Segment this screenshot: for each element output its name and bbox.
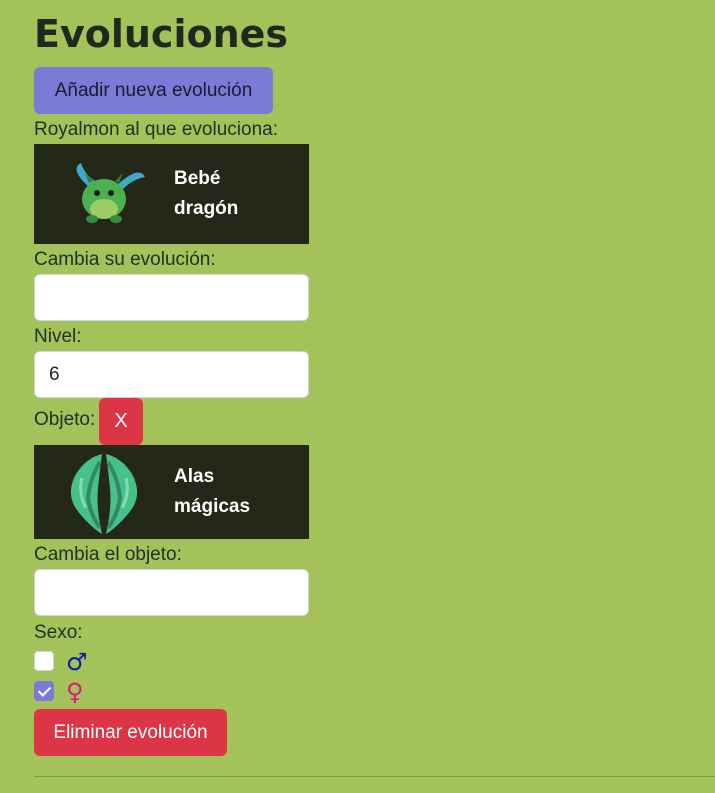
baby-dragon-image [34,144,174,244]
change-evolution-label: Cambia su evolución: [34,249,216,270]
object-card[interactable]: Alas mágicas [34,445,309,539]
male-icon: ♂ [66,648,88,676]
object-name: Alas mágicas [174,466,251,517]
change-object-label: Cambia el objeto: [34,544,182,565]
divider [34,776,715,777]
change-evolution-input[interactable] [34,274,309,321]
remove-object-button[interactable]: X [99,398,143,445]
target-royalmon-label: Royalmon al que evoluciona: [34,119,278,140]
level-label: Nivel: [34,326,82,347]
delete-evolution-button[interactable]: Eliminar evolución [34,709,227,756]
target-royalmon-card[interactable]: Bebé dragón [34,144,309,244]
change-object-input[interactable] [34,569,309,616]
target-royalmon-name: Bebé dragón [174,168,239,219]
object-label: Objeto: [34,409,96,430]
page-title: Evoluciones [34,12,289,56]
sex-male-checkbox[interactable] [34,651,54,671]
add-evolution-button[interactable]: Añadir nueva evolución [34,67,273,114]
female-icon: ♀ [66,678,84,706]
magic-wings-image [34,445,174,539]
sex-label: Sexo: [34,622,83,643]
level-input[interactable]: 6 [34,351,309,398]
sex-female-checkbox[interactable] [34,681,54,701]
